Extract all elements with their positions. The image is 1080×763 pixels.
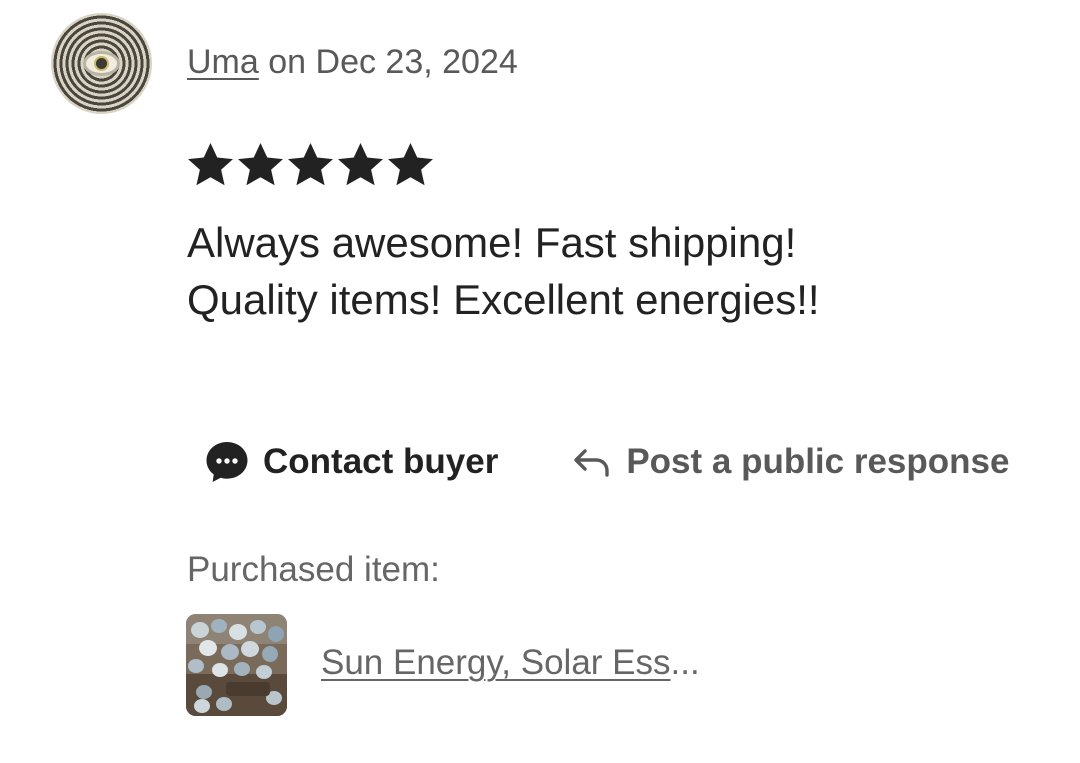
star-icon (188, 142, 233, 186)
contact-buyer-button[interactable]: Contact buyer (205, 440, 498, 484)
contact-buyer-label: Contact buyer (263, 442, 499, 481)
review-text: Always awesome! Fast shipping! Quality i… (187, 214, 1047, 328)
reviewer-avatar[interactable] (51, 13, 152, 114)
review-header: Uma on Dec 23, 2024 (187, 40, 518, 84)
purchased-item-ellipsis: ... (670, 643, 700, 682)
post-public-response-label: Post a public response (626, 442, 1010, 481)
reviewer-name-link[interactable]: Uma (187, 43, 259, 81)
eye-icon (86, 54, 117, 73)
review-text-line: Quality items! Excellent energies!! (187, 276, 820, 323)
purchased-item-label: Purchased item: (187, 550, 440, 589)
review-date: on Dec 23, 2024 (268, 43, 518, 81)
star-icon (238, 142, 283, 186)
avatar-pupil (96, 58, 107, 69)
star-icon (388, 142, 433, 186)
post-public-response-button[interactable]: Post a public response (572, 442, 1009, 482)
star-rating (186, 138, 435, 192)
star-icon (338, 142, 383, 186)
review-text-line: Always awesome! Fast shipping! (187, 219, 797, 266)
review-actions: Contact buyer Post a public response (205, 436, 1009, 488)
reply-arrow-icon (572, 442, 612, 482)
star-icon (288, 142, 333, 186)
item-thumbnail[interactable] (186, 614, 287, 716)
chat-bubble-icon (205, 440, 249, 484)
purchased-item-title: Sun Energy, Solar Ess (321, 643, 671, 682)
review-card: Uma on Dec 23, 2024 Always awesome! Fast… (0, 0, 1080, 763)
purchased-item-link[interactable]: Sun Energy, Solar Ess... (321, 640, 700, 686)
